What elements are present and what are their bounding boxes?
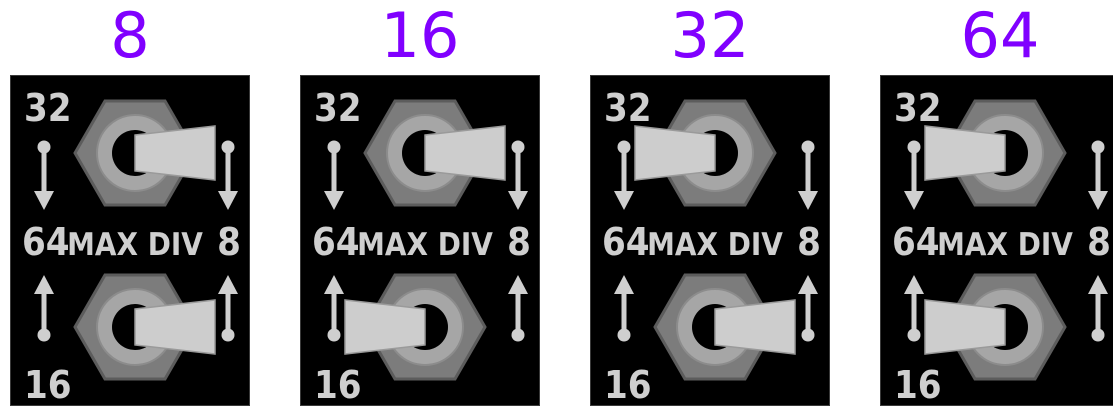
panel-1: 32 64 MAX DIV 8 16 <box>10 75 250 406</box>
panel-3-heading: 32 <box>670 0 750 72</box>
label-mid-right: 8 <box>507 220 531 264</box>
label-bottom: 16 <box>604 363 652 406</box>
label-bottom: 16 <box>894 363 942 406</box>
panel-1-heading: 8 <box>110 0 150 72</box>
label-mid-left: 64 <box>22 220 70 264</box>
toggle-lever-icon <box>634 125 716 181</box>
toggle-lever-icon <box>714 299 796 355</box>
panel-4: 32 64 MAX DIV 8 16 <box>880 75 1113 406</box>
toggle-lever-icon <box>134 299 216 355</box>
label-mid-left: 64 <box>602 220 650 264</box>
label-max-div: MAX DIV <box>357 227 493 263</box>
label-mid-right: 8 <box>797 220 821 264</box>
label-max-div: MAX DIV <box>647 227 783 263</box>
toggle-lever-icon <box>344 299 426 355</box>
toggle-lever-icon <box>424 125 506 181</box>
panel-2: 32 64 MAX DIV 8 16 <box>300 75 540 406</box>
label-max-div: MAX DIV <box>67 227 203 263</box>
panel-3: 32 64 MAX DIV 8 16 <box>590 75 830 406</box>
label-mid-left: 64 <box>892 220 940 264</box>
label-mid-left: 64 <box>312 220 360 264</box>
label-mid-right: 8 <box>217 220 241 264</box>
panel-4-heading: 64 <box>960 0 1040 72</box>
toggle-lever-icon <box>924 125 1006 181</box>
label-top: 32 <box>24 86 72 130</box>
label-top: 32 <box>894 86 942 130</box>
label-bottom: 16 <box>24 363 72 406</box>
label-top: 32 <box>314 86 362 130</box>
label-top: 32 <box>604 86 652 130</box>
label-max-div: MAX DIV <box>937 227 1073 263</box>
toggle-lever-icon <box>134 125 216 181</box>
toggle-lever-icon <box>924 299 1006 355</box>
label-mid-right: 8 <box>1087 220 1111 264</box>
panel-2-heading: 16 <box>380 0 460 72</box>
label-bottom: 16 <box>314 363 362 406</box>
